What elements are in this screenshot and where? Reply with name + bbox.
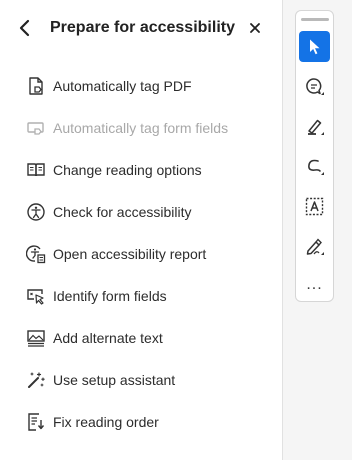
- alt-text-icon: [26, 328, 46, 348]
- menu-item-auto-tag-pdf[interactable]: Automatically tag PDF: [0, 66, 282, 106]
- accessibility-panel: Prepare for accessibility Automatically …: [0, 0, 282, 460]
- more-tools-button[interactable]: ...: [299, 275, 330, 295]
- menu-item-reading-options[interactable]: Change reading options: [0, 150, 282, 190]
- menu-item-label: Use setup assistant: [53, 372, 176, 388]
- book-icon: [26, 160, 46, 180]
- menu-item-accessibility-report[interactable]: Open accessibility report: [0, 234, 282, 274]
- menu-item-label: Identify form fields: [53, 288, 167, 304]
- signature-pen-icon: [306, 237, 324, 255]
- close-button[interactable]: [244, 17, 266, 39]
- reading-order-icon: [26, 412, 46, 432]
- highlight-tool-button[interactable]: [299, 111, 330, 142]
- close-icon: [250, 23, 260, 33]
- panel-title: Prepare for accessibility: [50, 19, 235, 36]
- menu-item-setup-assistant[interactable]: Use setup assistant: [0, 360, 282, 400]
- menu-item-check-accessibility[interactable]: Check for accessibility: [0, 192, 282, 232]
- menu-item-label: Automatically tag PDF: [53, 78, 192, 94]
- text-box-icon: [305, 197, 323, 215]
- magic-wand-icon: [26, 370, 46, 390]
- text-box-tool-button[interactable]: [299, 191, 330, 222]
- tag-pdf-icon: [26, 76, 46, 96]
- comment-tool-button[interactable]: [299, 71, 330, 102]
- identify-form-fields-icon: [26, 286, 46, 306]
- menu-item-label: Add alternate text: [53, 330, 163, 346]
- sign-tool-button[interactable]: [299, 231, 330, 262]
- quick-tools-toolbar: ...: [295, 10, 334, 302]
- tag-form-fields-icon: [26, 118, 46, 138]
- back-button[interactable]: [14, 17, 36, 39]
- menu-item-label: Change reading options: [53, 162, 202, 178]
- menu-item-label: Open accessibility report: [53, 246, 207, 262]
- accessibility-check-icon: [26, 202, 46, 222]
- panel-header: Prepare for accessibility: [0, 0, 282, 58]
- toolbar-grip-handle[interactable]: [301, 18, 329, 21]
- comment-icon: [305, 77, 324, 95]
- menu-item-label: Automatically tag form fields: [53, 120, 229, 136]
- menu-item-label: Check for accessibility: [53, 204, 192, 220]
- highlight-pen-icon: [307, 119, 324, 135]
- freehand-draw-icon: [307, 159, 324, 175]
- menu-item-label: Fix reading order: [53, 414, 159, 430]
- menu-item-auto-tag-form-fields[interactable]: Automatically tag form fields: [0, 108, 282, 148]
- menu-item-identify-form-fields[interactable]: Identify form fields: [0, 276, 282, 316]
- chevron-left-icon: [19, 19, 30, 37]
- menu-item-fix-reading-order[interactable]: Fix reading order: [0, 402, 282, 442]
- menu-item-add-alt-text[interactable]: Add alternate text: [0, 318, 282, 358]
- accessibility-report-icon: [26, 244, 46, 264]
- select-tool-button[interactable]: [299, 31, 330, 62]
- select-cursor-icon: [309, 39, 319, 54]
- draw-tool-button[interactable]: [299, 151, 330, 182]
